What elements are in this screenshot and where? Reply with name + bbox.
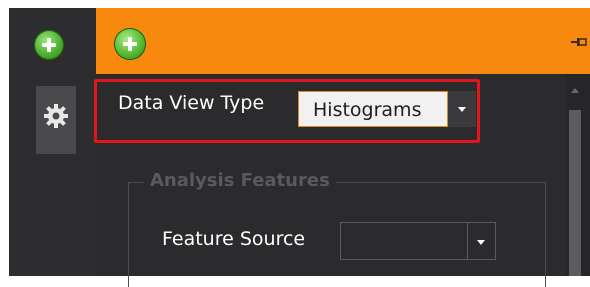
add-icon[interactable]: [114, 28, 146, 60]
data-view-type-label: Data View Type: [118, 92, 265, 114]
feature-source-dropdown-button[interactable]: [468, 222, 496, 260]
settings-button[interactable]: [36, 86, 76, 154]
feature-source-label: Feature Source: [162, 228, 306, 250]
feature-source-select[interactable]: [340, 222, 468, 260]
chevron-down-icon: [458, 107, 466, 112]
data-view-type-dropdown-button[interactable]: [448, 91, 476, 127]
scroll-thumb[interactable]: [569, 110, 581, 276]
settings-gear-icon: [44, 104, 68, 128]
panel-header: [96, 8, 590, 74]
vertical-scrollbar[interactable]: [566, 74, 590, 276]
pin-icon[interactable]: [571, 36, 587, 48]
analysis-features-title: Analysis Features: [144, 170, 336, 191]
data-view-type-select[interactable]: Histograms: [298, 91, 448, 127]
data-view-type-value: Histograms: [313, 99, 422, 121]
chevron-down-icon: [477, 240, 485, 245]
scroll-up-icon[interactable]: [571, 88, 579, 93]
add-icon[interactable]: [34, 30, 64, 60]
